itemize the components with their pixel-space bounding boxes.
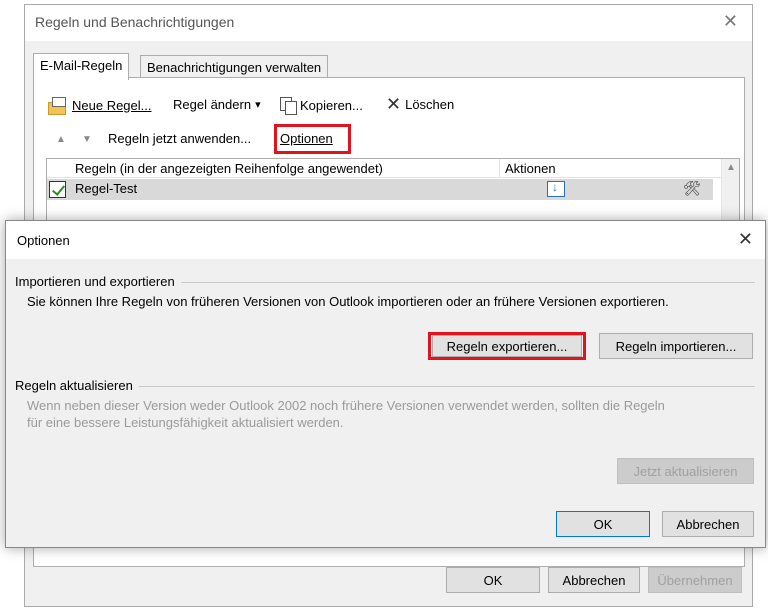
tools-icon[interactable]: 🛠	[683, 180, 701, 197]
copy-rule-button[interactable]: Kopieren...	[280, 97, 363, 115]
move-up-icon[interactable]: ▲	[56, 134, 66, 145]
column-divider	[499, 159, 500, 178]
move-down-icon[interactable]: ▼	[82, 134, 92, 145]
scroll-up-icon[interactable]: ▲	[726, 162, 736, 173]
main-cancel-label: Abbrechen	[562, 572, 626, 588]
update-now-button[interactable]: Jetzt aktualisieren	[617, 458, 754, 484]
column-header-rules[interactable]: Regeln (in der angezeigten Reihenfolge a…	[75, 161, 383, 176]
list-header: Regeln (in der angezeigten Reihenfolge a…	[47, 159, 739, 178]
new-rule-button[interactable]: Neue Regel...	[48, 97, 152, 115]
dialog-cancel-button[interactable]: Abbrechen	[662, 511, 754, 537]
update-description-line2: für eine bessere Leistungsfähigkeit aktu…	[27, 415, 344, 430]
apply-rules-now-button[interactable]: Regeln jetzt anwenden...	[108, 131, 251, 146]
options-dialog: Optionen ✕ Importieren und exportieren S…	[5, 220, 766, 548]
delete-label: Löschen	[405, 96, 455, 112]
export-rules-label: Regeln exportieren...	[446, 338, 568, 354]
dialog-ok-label: OK	[593, 516, 613, 532]
update-description-line1: Wenn neben dieser Version weder Outlook …	[27, 398, 665, 413]
new-rule-icon	[48, 97, 68, 115]
import-rules-label: Regeln importieren...	[615, 338, 737, 354]
copy-icon	[280, 97, 297, 115]
update-now-label: Jetzt aktualisieren	[633, 463, 738, 479]
rule-name: Regel-Test	[75, 181, 138, 196]
main-cancel-button[interactable]: Abbrechen	[548, 567, 640, 593]
move-to-folder-icon	[547, 180, 565, 197]
window-title-bar: Regeln und Benachrichtigungen ✕	[25, 5, 752, 41]
dialog-title-bar: Optionen ✕	[6, 221, 765, 259]
export-rules-button[interactable]: Regeln exportieren...	[432, 335, 582, 357]
update-rules-heading: Regeln aktualisieren	[15, 378, 139, 393]
window-title: Regeln und Benachrichtigungen	[35, 14, 235, 30]
copy-label: Kopieren...	[300, 97, 363, 113]
import-rules-button[interactable]: Regeln importieren...	[599, 333, 753, 359]
new-rule-label: Neue Regel...	[72, 97, 152, 113]
apply-label: Übernehmen	[657, 572, 733, 588]
change-rule-label: Regel ändern	[173, 97, 252, 112]
close-icon[interactable]: ✕	[723, 11, 738, 32]
main-ok-label: OK	[483, 572, 503, 588]
table-row[interactable]: Regel-Test 🛠	[47, 179, 713, 200]
import-export-heading: Importieren und exportieren	[15, 274, 181, 289]
tab-email-rules[interactable]: E-Mail-Regeln	[33, 53, 130, 80]
tab-manage-alerts-label: Benachrichtigungen verwalten	[147, 60, 322, 75]
chevron-down-icon: ▾	[255, 99, 261, 111]
delete-rule-button[interactable]: ✕ Löschen	[386, 95, 454, 113]
delete-x-icon: ✕	[386, 94, 402, 114]
column-header-actions[interactable]: Aktionen	[505, 161, 556, 176]
dialog-close-icon[interactable]: ✕	[738, 229, 753, 250]
tab-email-rules-label: E-Mail-Regeln	[40, 58, 123, 73]
import-export-description: Sie können Ihre Regeln von früheren Vers…	[27, 294, 669, 309]
main-ok-button[interactable]: OK	[446, 567, 540, 593]
dialog-cancel-label: Abbrechen	[676, 516, 740, 532]
rule-enabled-checkbox[interactable]	[49, 181, 66, 198]
tab-manage-alerts[interactable]: Benachrichtigungen verwalten	[140, 55, 329, 78]
options-button[interactable]: Optionen	[280, 131, 333, 146]
dialog-title: Optionen	[17, 233, 70, 248]
change-rule-button[interactable]: Regel ändern ▾	[173, 97, 261, 112]
dialog-ok-button[interactable]: OK	[556, 511, 650, 537]
apply-button[interactable]: Übernehmen	[648, 567, 742, 593]
